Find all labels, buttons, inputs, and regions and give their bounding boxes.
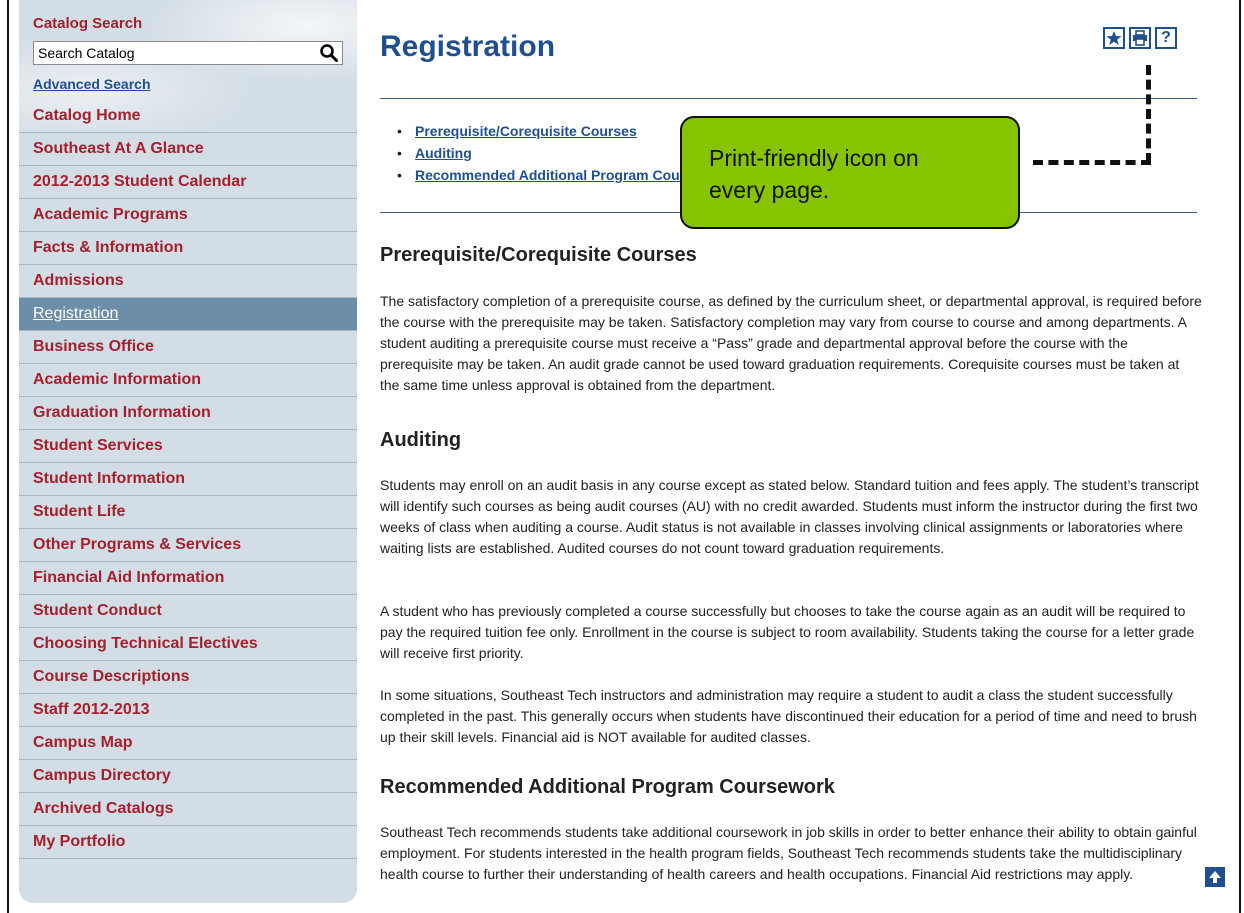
annotation-callout: Print-friendly icon on every page.	[680, 116, 1020, 229]
paragraph: The satisfactory completion of a prerequ…	[380, 293, 1202, 393]
sidebar-item-graduation-information[interactable]: Graduation Information	[19, 397, 357, 430]
sidebar-item-facts-information[interactable]: Facts & Information	[19, 232, 357, 265]
paragraph: Southeast Tech recommends students take …	[380, 824, 1197, 882]
page-title: Registration	[380, 30, 556, 63]
back-to-top-icon[interactable]	[1205, 867, 1225, 887]
search-input[interactable]	[38, 44, 308, 62]
sidebar-item-student-life[interactable]: Student Life	[19, 496, 357, 529]
section-heading-auditing: Auditing	[380, 429, 462, 451]
sidebar-item-course-descriptions[interactable]: Course Descriptions	[19, 661, 357, 694]
paragraph: A student who has previously completed a…	[380, 603, 1195, 661]
sidebar-item-campus-map[interactable]: Campus Map	[19, 727, 357, 760]
toc-link-prerequisite[interactable]: Prerequisite/Corequisite Courses	[415, 123, 637, 139]
page-toolbar: ?	[1103, 27, 1177, 49]
sidebar-item-my-portfolio[interactable]: My Portfolio	[19, 826, 357, 859]
sidebar-item-academic-information[interactable]: Academic Information	[19, 364, 357, 397]
sidebar-item-southeast-at-a-glance[interactable]: Southeast At A Glance	[19, 133, 357, 166]
sidebar-item-student-conduct[interactable]: Student Conduct	[19, 595, 357, 628]
catalog-search-title: Catalog Search	[33, 15, 143, 32]
callout-connector-vertical	[1146, 65, 1151, 163]
callout-line-2: every page.	[709, 177, 830, 203]
search-box	[33, 41, 343, 65]
sidebar-item-staff[interactable]: Staff 2012-2013	[19, 694, 357, 727]
paragraph: In some situations, Southeast Tech instr…	[380, 687, 1197, 745]
sidebar-item-archived-catalogs[interactable]: Archived Catalogs	[19, 793, 357, 826]
sidebar: Catalog Search Advanced Search Catalog H…	[19, 0, 357, 903]
sidebar-item-student-calendar[interactable]: 2012-2013 Student Calendar	[19, 166, 357, 199]
right-frame-line	[1239, 0, 1241, 913]
sidebar-item-registration[interactable]: Registration	[19, 298, 357, 331]
callout-line-1: Print-friendly icon on	[709, 145, 919, 171]
sidebar-item-student-services[interactable]: Student Services	[19, 430, 357, 463]
section-heading-prerequisite: Prerequisite/Corequisite Courses	[380, 244, 697, 266]
print-icon[interactable]	[1129, 27, 1151, 49]
divider-top	[380, 98, 1197, 99]
section-heading-recommended: Recommended Additional Program Coursewor…	[380, 776, 835, 798]
sidebar-nav: Catalog Home Southeast At A Glance 2012-…	[19, 100, 357, 859]
sidebar-item-financial-aid-information[interactable]: Financial Aid Information	[19, 562, 357, 595]
search-icon[interactable]	[319, 43, 339, 63]
sidebar-item-business-office[interactable]: Business Office	[19, 331, 357, 364]
left-frame-line	[7, 0, 9, 913]
sidebar-item-catalog-home[interactable]: Catalog Home	[19, 100, 357, 133]
star-icon[interactable]	[1103, 27, 1125, 49]
sidebar-item-choosing-technical-electives[interactable]: Choosing Technical Electives	[19, 628, 357, 661]
toc-link-auditing[interactable]: Auditing	[415, 145, 472, 161]
callout-connector-horizontal	[1033, 160, 1151, 165]
sidebar-item-campus-directory[interactable]: Campus Directory	[19, 760, 357, 793]
sidebar-item-student-information[interactable]: Student Information	[19, 463, 357, 496]
sidebar-item-academic-programs[interactable]: Academic Programs	[19, 199, 357, 232]
advanced-search-link[interactable]: Advanced Search	[33, 76, 151, 92]
paragraph: Students may enroll on an audit basis in…	[380, 477, 1199, 556]
sidebar-item-other-programs-services[interactable]: Other Programs & Services	[19, 529, 357, 562]
help-icon[interactable]: ?	[1155, 27, 1177, 49]
sidebar-item-admissions[interactable]: Admissions	[19, 265, 357, 298]
